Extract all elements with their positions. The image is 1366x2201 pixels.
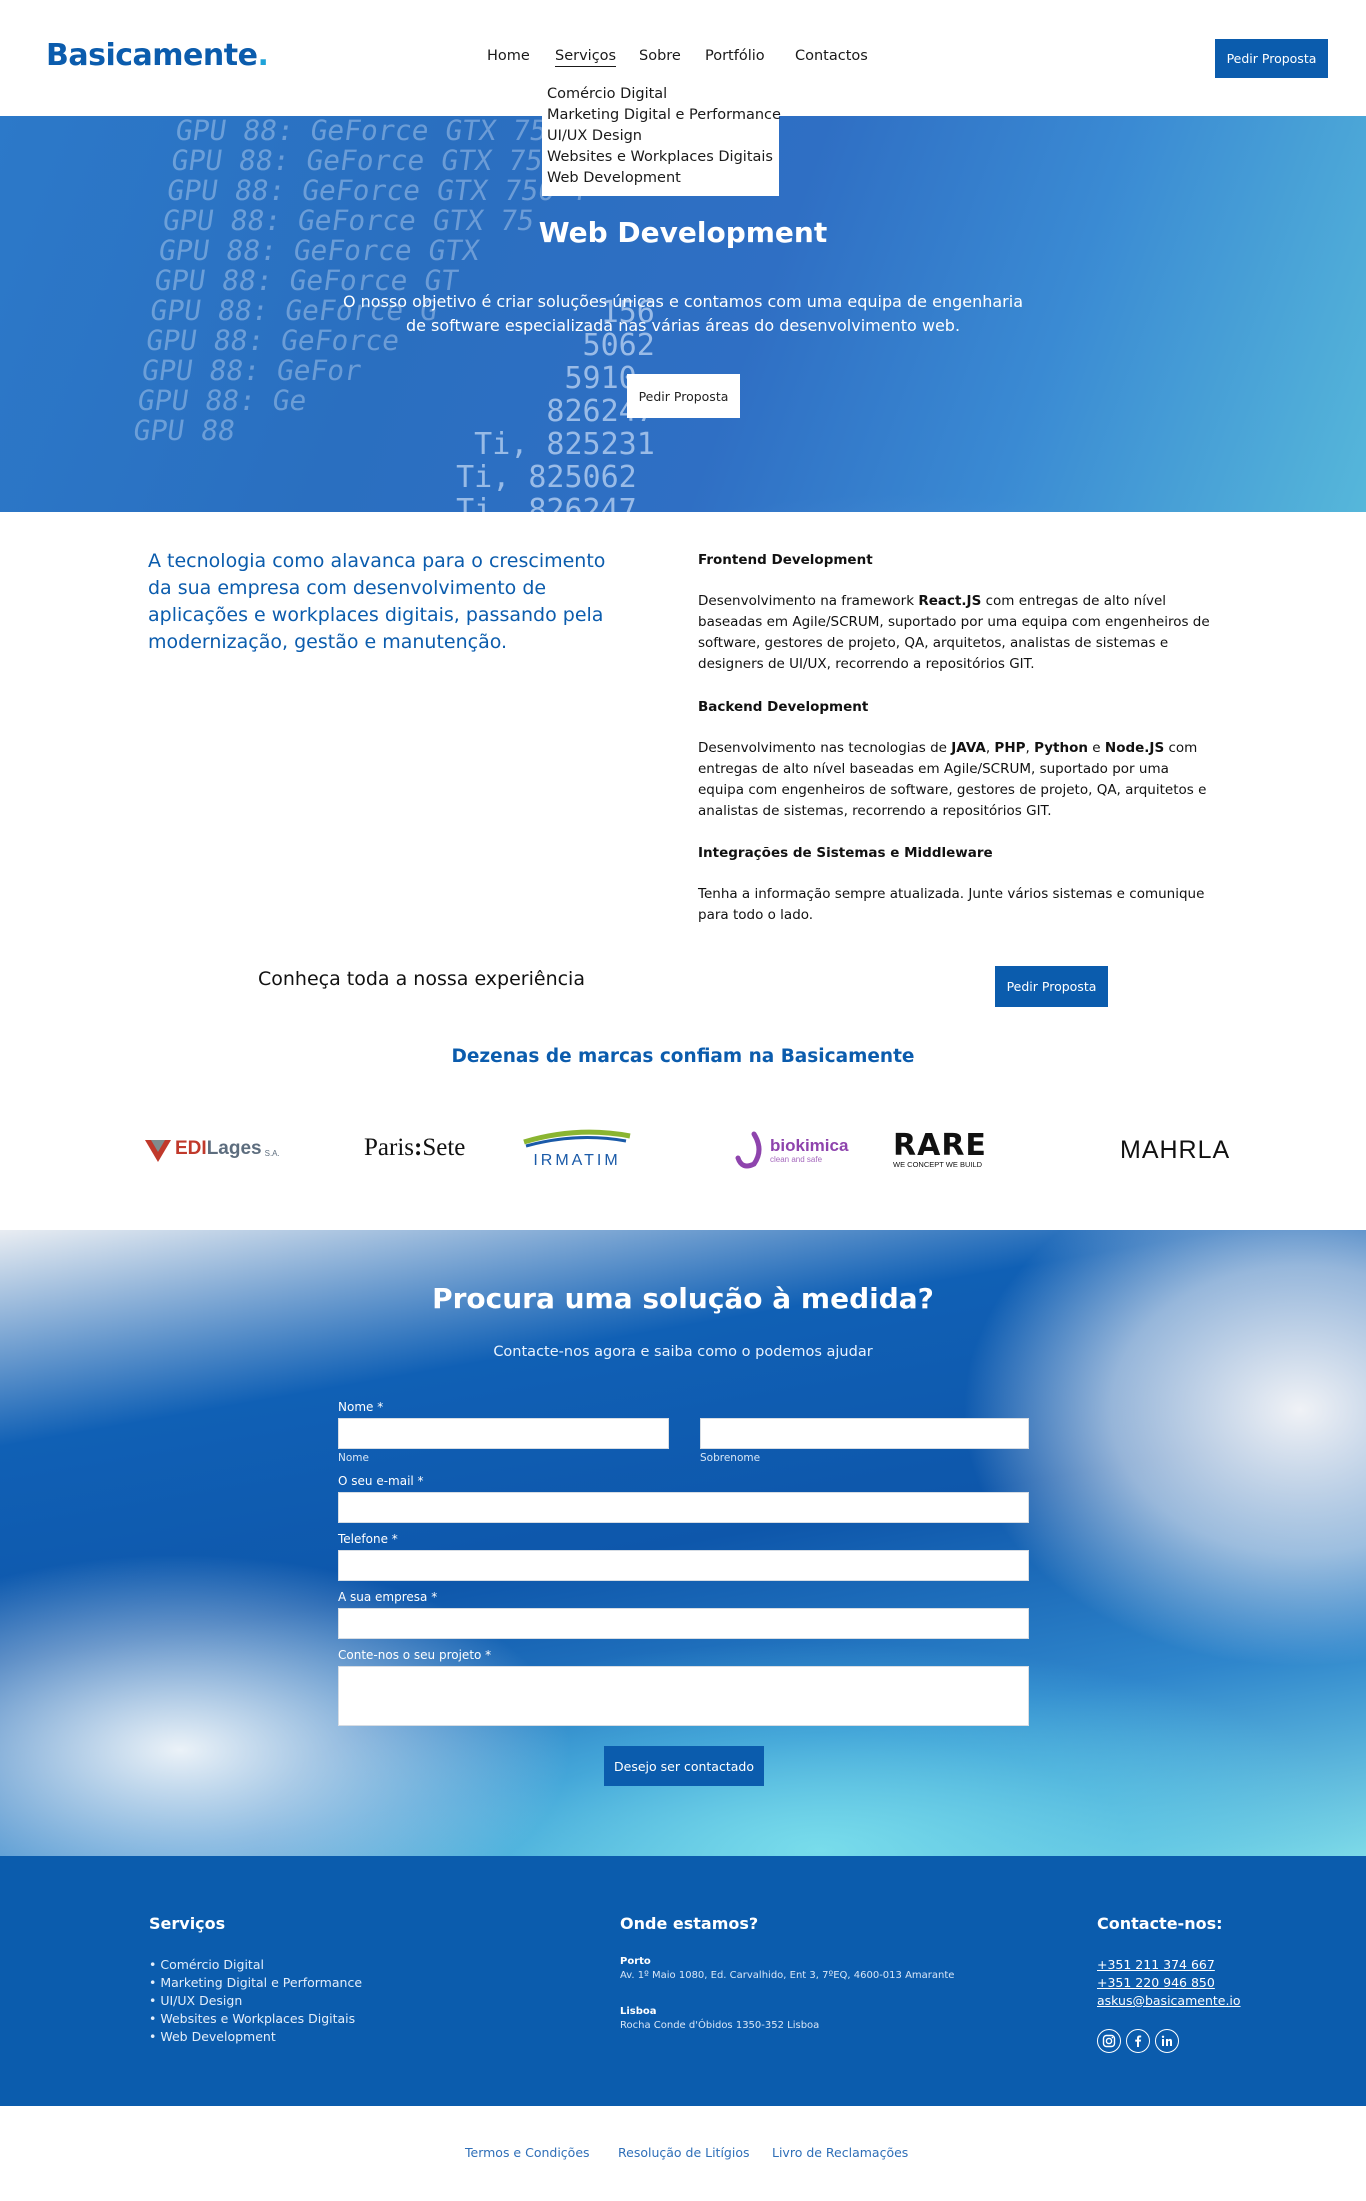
integration-description: Tenha a informação sempre atualizada. Ju… (698, 886, 1205, 923)
rare-subtext: WE CONCEPT WE BUILD (893, 1160, 983, 1169)
first-name-input[interactable] (338, 1418, 669, 1449)
terms-link[interactable]: Termos e Condições (465, 2145, 590, 2160)
backend-text-h: Node.JS (1104, 740, 1165, 756)
brand-logo-biokimica: biokimica clean and safe (734, 1130, 848, 1170)
integration-title: Integrações de Sistemas e Middleware (698, 845, 993, 861)
backend-text-f: Python (1034, 740, 1089, 756)
company-input[interactable] (338, 1608, 1029, 1639)
paris-text-b: : (414, 1134, 423, 1161)
email-link[interactable]: askus@basicamente.io (1097, 1993, 1241, 2008)
last-name-input[interactable] (700, 1418, 1029, 1449)
email-label: O seu e-mail * (338, 1474, 424, 1488)
brand-logo-mahrla: MAHRLA (1120, 1136, 1231, 1164)
last-name-sublabel: Sobrenome (700, 1452, 761, 1464)
email-input[interactable] (338, 1492, 1029, 1523)
brands-title: Dezenas de marcas confiam na Basicamente (451, 1046, 915, 1067)
dropdown-item-marketing[interactable]: Marketing Digital e Performance (547, 105, 781, 126)
backend-text-g: e (1088, 740, 1105, 756)
brand-logo-parissete: Paris: Sete (364, 1134, 465, 1162)
footer-service-link[interactable]: • Comércio Digital (149, 1957, 264, 1972)
backend-title: Backend Development (698, 699, 869, 715)
backend-description: Desenvolvimento nas tecnologias de JAVA,… (698, 738, 1218, 822)
footer-service-link[interactable]: • Websites e Workplaces Digitais (149, 2011, 355, 2026)
paris-text-c: Sete (422, 1134, 466, 1161)
porto-address: Av. 1º Maio 1080, Ed. Carvalhido, Ent 3,… (620, 1970, 955, 1981)
biokimica-text: biokimica (770, 1135, 849, 1155)
paris-text-a: Paris (364, 1134, 414, 1161)
facebook-icon[interactable] (1126, 2029, 1150, 2053)
frontend-description: Desenvolvimento na framework React.JS co… (698, 591, 1218, 675)
frontend-text-b: React.JS (918, 593, 982, 609)
site-footer: Serviços • Comércio Digital • Marketing … (0, 1856, 1366, 2106)
dropdown-item-web-development[interactable]: Web Development (547, 168, 774, 189)
logo-dot: . (257, 38, 269, 73)
brand-logo-edilages: EDI Lages S.A. (143, 1134, 280, 1164)
footer-contact-title: Contacte-nos: (1097, 1914, 1223, 1933)
project-textarea[interactable] (338, 1666, 1029, 1726)
company-label: A sua empresa * (338, 1590, 438, 1604)
logo[interactable]: Basicamente. (46, 38, 269, 73)
edilages-text-c: S.A. (264, 1148, 280, 1158)
dropdown-item-uiux[interactable]: UI/UX Design (547, 126, 774, 147)
phone-link-2[interactable]: +351 220 946 850 (1097, 1975, 1215, 1990)
biokimica-subtext: clean and safe (770, 1154, 823, 1164)
nav-contactos[interactable]: Contactos (795, 48, 868, 64)
logo-text: Basicamente (46, 38, 258, 73)
complaints-link[interactable]: Livro de Reclamações (772, 2145, 908, 2160)
contact-title: Procura uma solução à medida? (432, 1282, 934, 1315)
name-label: Nome * (338, 1400, 384, 1414)
footer-location-title: Onde estamos? (620, 1914, 759, 1933)
porto-label: Porto (620, 1956, 651, 1967)
irmatim-text: IRMATIM (533, 1152, 621, 1169)
phone-label: Telefone * (338, 1532, 398, 1546)
brand-logo-irmatim: IRMATIM (514, 1128, 640, 1169)
dropdown-item-websites[interactable]: Websites e Workplaces Digitais (547, 147, 774, 168)
irmatim-swoosh-icon (523, 1129, 631, 1148)
experience-text: Conheça toda a nossa experiência (258, 968, 585, 990)
first-name-sublabel: Nome (338, 1452, 369, 1464)
instagram-icon[interactable] (1097, 2029, 1121, 2053)
hero-description: O nosso objetivo é criar soluções únicas… (342, 292, 1023, 335)
project-label: Conte-nos o seu projeto * (338, 1648, 492, 1662)
services-dropdown-menu: Comércio Digital Marketing Digital e Per… (542, 82, 781, 196)
backend-text-d: PHP (994, 740, 1026, 756)
frontend-title: Frontend Development (698, 552, 873, 568)
nav-servicos[interactable]: Serviços (555, 48, 617, 67)
edilages-text-b: Lages (206, 1138, 262, 1159)
nav-home[interactable]: Home (487, 48, 530, 64)
frontend-text-a: Desenvolvimento na framework (698, 593, 919, 609)
footer-service-link[interactable]: • UI/UX Design (149, 1993, 242, 2008)
contact-section: Procura uma solução à medida? Contacte-n… (0, 1230, 1366, 1856)
hero-cta-button[interactable]: Pedir Proposta (627, 374, 740, 418)
intro-text: A tecnologia como alavanca para o cresci… (148, 550, 606, 653)
footer-service-link[interactable]: • Web Development (149, 2029, 276, 2044)
phone-link-1[interactable]: +351 211 374 667 (1097, 1957, 1215, 1972)
edilages-text-a: EDI (175, 1138, 207, 1159)
footer-service-link[interactable]: • Marketing Digital e Performance (149, 1975, 362, 1990)
linkedin-icon[interactable] (1155, 2029, 1179, 2053)
nav-portfolio[interactable]: Portfólio (705, 48, 765, 64)
contact-subtitle: Contacte-nos agora e saiba como o podemo… (493, 1344, 873, 1360)
footer-services-title: Serviços (149, 1914, 226, 1933)
dropdown-item-comercio-digital[interactable]: Comércio Digital (547, 84, 774, 105)
disputes-link[interactable]: Resolução de Litígios (618, 2145, 750, 2160)
lisboa-address: Rocha Conde d'Óbidos 1350-352 Lisboa (620, 2020, 820, 2031)
backend-text-b: JAVA (951, 740, 986, 756)
header-cta-button[interactable]: Pedir Proposta (1215, 39, 1328, 78)
edilages-emblem-icon (145, 1140, 171, 1162)
backend-text-e: , (1025, 740, 1035, 756)
phone-input[interactable] (338, 1550, 1029, 1581)
experience-cta-button[interactable]: Pedir Proposta (995, 966, 1108, 1007)
brand-logo-rare: RARE WE CONCEPT WE BUILD (893, 1128, 987, 1170)
nav-sobre[interactable]: Sobre (639, 48, 681, 64)
hero-title: Web Development (538, 216, 828, 249)
lisboa-label: Lisboa (620, 2006, 657, 2017)
backend-text-a: Desenvolvimento nas tecnologias de (698, 740, 952, 756)
biokimica-swirl-icon (735, 1131, 762, 1169)
rare-text: RARE (893, 1128, 987, 1163)
submit-button[interactable]: Desejo ser contactado (604, 1746, 764, 1786)
